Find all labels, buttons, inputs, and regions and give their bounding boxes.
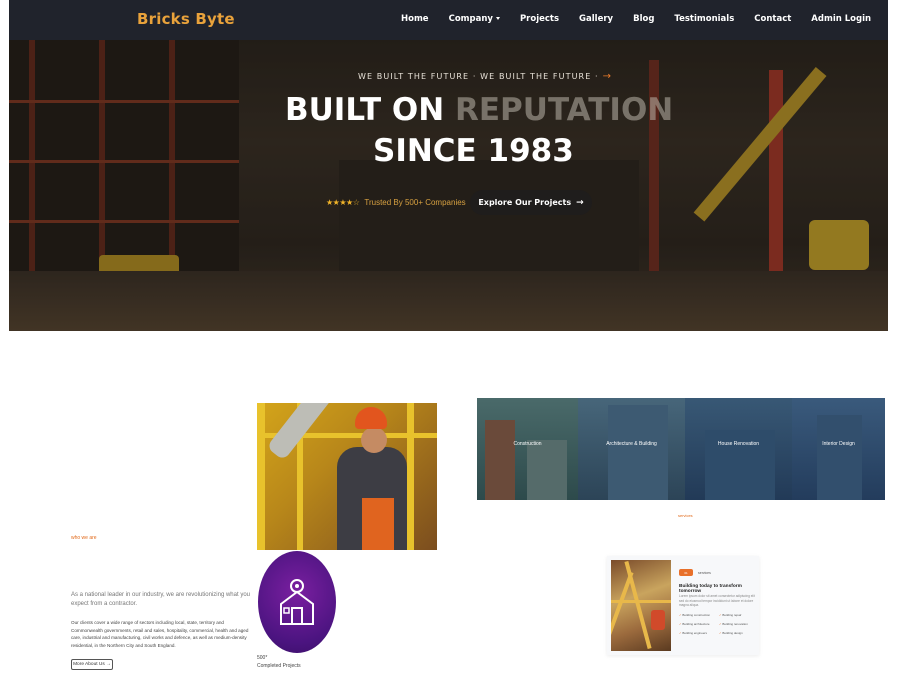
service-tile[interactable]: Interior Design bbox=[792, 398, 885, 500]
star-rating-icon: ★★★★☆ bbox=[326, 198, 360, 207]
nav-link-gallery[interactable]: Gallery bbox=[579, 14, 613, 24]
nav-menu: Home Company Projects Gallery Blog Testi… bbox=[401, 14, 871, 24]
scaffold-bar bbox=[624, 561, 652, 649]
headline-part2: REPUTATION bbox=[455, 92, 674, 128]
card-image bbox=[611, 560, 671, 651]
hero-headline-line2: SINCE 1983 bbox=[373, 133, 574, 169]
arrow-right-icon: → bbox=[602, 71, 613, 82]
hero-tagline-text: WE BUILT THE FUTURE · WE BUILT THE FUTUR… bbox=[358, 72, 599, 81]
worker-vest bbox=[362, 498, 394, 550]
service-card: 01 services Building today to transform … bbox=[607, 556, 759, 655]
arrow-right-icon: → bbox=[576, 197, 584, 208]
card-number-badge: 01 bbox=[679, 569, 693, 576]
trust-rating: ★★★★☆ Trusted By 500+ Companies bbox=[326, 198, 466, 207]
nav-link-blog[interactable]: Blog bbox=[633, 14, 654, 24]
card-tag: services bbox=[698, 571, 711, 575]
hero-overlay bbox=[9, 40, 888, 331]
worker-face bbox=[361, 427, 387, 453]
nav-link-projects[interactable]: Projects bbox=[520, 14, 559, 24]
scaffold-bar bbox=[407, 403, 414, 550]
service-tile[interactable]: Construction bbox=[477, 398, 578, 500]
scaffold-bar bbox=[611, 600, 671, 603]
services-strip: Construction Architecture & Building Hou… bbox=[477, 398, 885, 500]
building-image bbox=[485, 420, 515, 500]
nav-link-testimonials[interactable]: Testimonials bbox=[674, 14, 734, 24]
service-tile[interactable]: House Renovation bbox=[685, 398, 792, 500]
card-feature-list: Building construction Building repair Bu… bbox=[679, 613, 759, 635]
rating-text: Trusted By 500+ Companies bbox=[364, 198, 466, 207]
brand-logo[interactable]: Bricks Byte bbox=[137, 10, 235, 28]
house-blueprint-badge bbox=[258, 551, 336, 653]
building-image bbox=[527, 440, 567, 500]
feature-item: Building construction bbox=[679, 613, 719, 617]
feature-item: Building repair bbox=[719, 613, 759, 617]
worker-figure bbox=[651, 610, 665, 630]
chevron-down-icon bbox=[495, 17, 500, 20]
explore-projects-button[interactable]: Explore Our Projects → bbox=[470, 190, 592, 215]
scaffold-bar bbox=[257, 403, 265, 550]
service-label: House Renovation bbox=[717, 441, 760, 447]
nav-link-admin-login[interactable]: Admin Login bbox=[811, 14, 871, 24]
hard-hat bbox=[355, 407, 387, 429]
more-about-button[interactable]: More About Us → bbox=[71, 659, 113, 670]
nav-link-home[interactable]: Home bbox=[401, 14, 429, 24]
stat-label: Completed Projects bbox=[257, 663, 301, 669]
service-label: Architecture & Building bbox=[606, 441, 657, 447]
building-image bbox=[608, 405, 668, 500]
headline-part1: BUILT ON bbox=[285, 92, 455, 128]
feature-item: Building design bbox=[719, 631, 759, 635]
hero-tagline: WE BUILT THE FUTURE · WE BUILT THE FUTUR… bbox=[358, 71, 612, 82]
nav-link-company-label: Company bbox=[448, 14, 493, 24]
section-label: who we are bbox=[71, 535, 97, 541]
services-caption: services bbox=[678, 513, 693, 518]
hero-banner: WE BUILT THE FUTURE · WE BUILT THE FUTUR… bbox=[9, 40, 888, 331]
card-text: Lorem ipsum dolor sit amet consectetur a… bbox=[679, 594, 755, 607]
about-lead: As a national leader in our industry, we… bbox=[71, 592, 250, 607]
nav-link-contact[interactable]: Contact bbox=[754, 14, 791, 24]
hero-headline-line1: BUILT ON REPUTATION bbox=[285, 92, 673, 128]
service-label: Interior Design bbox=[822, 441, 855, 447]
top-navbar: Bricks Byte Home Company Projects Galler… bbox=[9, 0, 888, 40]
cta-label: Explore Our Projects bbox=[478, 198, 572, 207]
building-image bbox=[817, 415, 862, 500]
nav-link-company[interactable]: Company bbox=[449, 14, 500, 24]
feature-item: Building architecture bbox=[679, 622, 719, 626]
service-label: Construction bbox=[513, 441, 542, 447]
service-tile[interactable]: Architecture & Building bbox=[578, 398, 685, 500]
worker-photo bbox=[257, 403, 437, 550]
stat-number: 500* bbox=[257, 655, 268, 661]
about-paragraph: Our clients cover a wide range of sector… bbox=[71, 620, 249, 648]
feature-item: Building renovation bbox=[719, 622, 759, 626]
house-gear-icon bbox=[280, 579, 314, 625]
feature-item: Building engineers bbox=[679, 631, 719, 635]
card-title: Building today to transform tomorrow bbox=[679, 584, 742, 594]
